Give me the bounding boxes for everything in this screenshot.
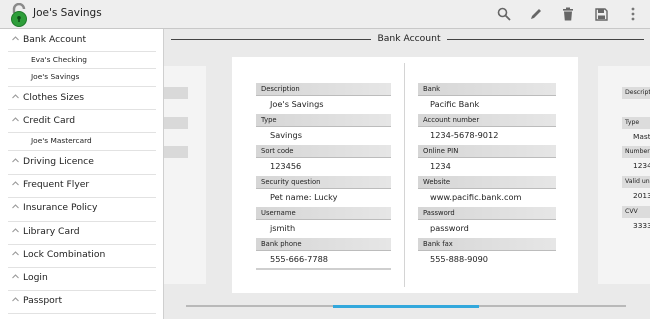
field-value-password: password bbox=[430, 223, 469, 233]
section-header-rule bbox=[171, 39, 371, 40]
chevron-up-icon bbox=[12, 94, 19, 99]
chevron-up-icon bbox=[12, 274, 19, 279]
sidebar-category-label: Lock Combination bbox=[23, 249, 106, 260]
column-divider bbox=[404, 63, 405, 287]
field-value-type: Savings bbox=[270, 130, 302, 140]
sidebar-category-label: Passport bbox=[23, 295, 63, 306]
field-label-type: Type bbox=[256, 114, 391, 127]
save-icon[interactable] bbox=[592, 5, 610, 23]
sidebar-category-credit-card[interactable]: Credit Card bbox=[0, 110, 163, 133]
sidebar-category-label: Clothes Sizes bbox=[23, 92, 85, 103]
chevron-up-icon bbox=[12, 204, 19, 209]
action-bar: Joe's Savings bbox=[0, 0, 650, 29]
sidebar-category-label: Credit Card bbox=[23, 115, 76, 126]
sidebar-category-passport[interactable]: Passport bbox=[0, 290, 163, 313]
chevron-up-icon bbox=[12, 158, 19, 163]
field-value-account-number: 1234-5678-9012 bbox=[430, 130, 499, 140]
field-value-website: www.pacific.bank.com bbox=[430, 192, 522, 202]
next-card-field-label: Description bbox=[622, 87, 650, 99]
next-card[interactable]: Description Type Mast Number 1234 Valid … bbox=[598, 66, 650, 284]
sidebar-category-label: Bank Account bbox=[23, 34, 87, 45]
next-card-field-label: Number bbox=[622, 146, 650, 158]
field-label-placeholder bbox=[164, 146, 188, 158]
field-label-account-number: Account number bbox=[418, 114, 556, 127]
field-label-password: Password bbox=[418, 207, 556, 220]
chevron-up-icon bbox=[12, 36, 19, 41]
sidebar-category-frequent-flyer[interactable]: Frequent Flyer bbox=[0, 174, 163, 197]
field-label-placeholder bbox=[164, 87, 188, 99]
sidebar-category-label: Library Card bbox=[23, 226, 80, 237]
field-value-bank: Pacific Bank bbox=[430, 99, 480, 109]
sidebar-category-driving-licence[interactable]: Driving Licence bbox=[0, 151, 163, 174]
field-label-bank-phone: Bank phone bbox=[256, 238, 391, 251]
overflow-menu-icon[interactable] bbox=[624, 5, 642, 23]
sidebar-category-label: Frequent Flyer bbox=[23, 179, 90, 190]
field-label-security-question: Security question bbox=[256, 176, 391, 189]
chevron-up-icon bbox=[12, 117, 19, 122]
sidebar-category-lock-combination[interactable]: Lock Combination bbox=[0, 244, 163, 267]
field-label-sort-code: Sort code bbox=[256, 145, 391, 158]
next-card-field-label: Type bbox=[622, 117, 650, 129]
sidebar-item-label: Eva's Checking bbox=[31, 55, 87, 64]
field-label-username: Username bbox=[256, 207, 391, 220]
pager-scroll-thumb[interactable] bbox=[333, 305, 479, 308]
field-value-bank-fax: 555-888-9090 bbox=[430, 254, 489, 264]
next-card-field-value: 2013 bbox=[633, 191, 650, 200]
category-sidebar[interactable]: Bank Account Eva's Checking Joe's Saving… bbox=[0, 29, 164, 319]
next-card-field-label: CVV bbox=[622, 206, 650, 218]
field-value-sort-code: 123456 bbox=[270, 161, 302, 171]
sidebar-category-label: Driving Licence bbox=[23, 156, 94, 167]
field-value-online-pin: 1234 bbox=[430, 161, 451, 171]
app-title: Joe's Savings bbox=[33, 7, 102, 19]
chevron-up-icon bbox=[12, 228, 19, 233]
section-header-rule bbox=[447, 39, 644, 40]
sidebar-item-label: Joe's Savings bbox=[31, 72, 80, 81]
next-card-field-value: 3333 bbox=[633, 221, 650, 230]
sidebar-item-joes-mastercard[interactable]: Joe's Mastercard bbox=[0, 133, 163, 150]
field-value-description: Joe's Savings bbox=[270, 99, 324, 109]
sidebar-category-label: Insurance Policy bbox=[23, 202, 98, 213]
search-icon[interactable] bbox=[495, 5, 513, 23]
bank-account-card[interactable]: Description Joe's Savings Type Savings S… bbox=[232, 57, 578, 293]
field-label-online-pin: Online PIN bbox=[418, 145, 556, 158]
field-label-website: Website bbox=[418, 176, 556, 189]
field-value-username: jsmith bbox=[270, 223, 296, 233]
field-label-placeholder bbox=[256, 268, 391, 270]
divider bbox=[8, 313, 156, 314]
next-card-field-value: Mast bbox=[633, 132, 650, 141]
next-card-field-label: Valid un bbox=[622, 176, 650, 188]
edit-icon[interactable] bbox=[527, 5, 545, 23]
sidebar-category-clothes-sizes[interactable]: Clothes Sizes bbox=[0, 87, 163, 110]
field-label-bank: Bank bbox=[418, 83, 556, 96]
delete-icon[interactable] bbox=[559, 5, 577, 23]
field-label-bank-fax: Bank fax bbox=[418, 238, 556, 251]
sidebar-category-library-card[interactable]: Library Card bbox=[0, 221, 163, 244]
lock-open-icon[interactable] bbox=[9, 2, 29, 27]
field-label-description: Description bbox=[256, 83, 391, 96]
chevron-up-icon bbox=[12, 251, 19, 256]
sidebar-category-bank-account[interactable]: Bank Account bbox=[0, 29, 163, 52]
sidebar-category-insurance-policy[interactable]: Insurance Policy bbox=[0, 197, 163, 220]
field-value-bank-phone: 555-666-7788 bbox=[270, 254, 329, 264]
chevron-up-icon bbox=[12, 297, 19, 302]
next-card-field-value: 1234 bbox=[633, 161, 650, 170]
sidebar-item-joes-savings[interactable]: Joe's Savings bbox=[0, 69, 163, 86]
field-label-placeholder bbox=[164, 117, 188, 129]
section-title: Bank Account bbox=[371, 33, 447, 44]
sidebar-category-label: Login bbox=[23, 272, 48, 283]
sidebar-item-evas-checking[interactable]: Eva's Checking bbox=[0, 52, 163, 69]
chevron-up-icon bbox=[12, 181, 19, 186]
sidebar-item-label: Joe's Mastercard bbox=[31, 136, 92, 145]
field-value-security-question: Pet name: Lucky bbox=[270, 192, 338, 202]
sidebar-category-login[interactable]: Login bbox=[0, 267, 163, 290]
previous-card[interactable] bbox=[164, 66, 206, 284]
